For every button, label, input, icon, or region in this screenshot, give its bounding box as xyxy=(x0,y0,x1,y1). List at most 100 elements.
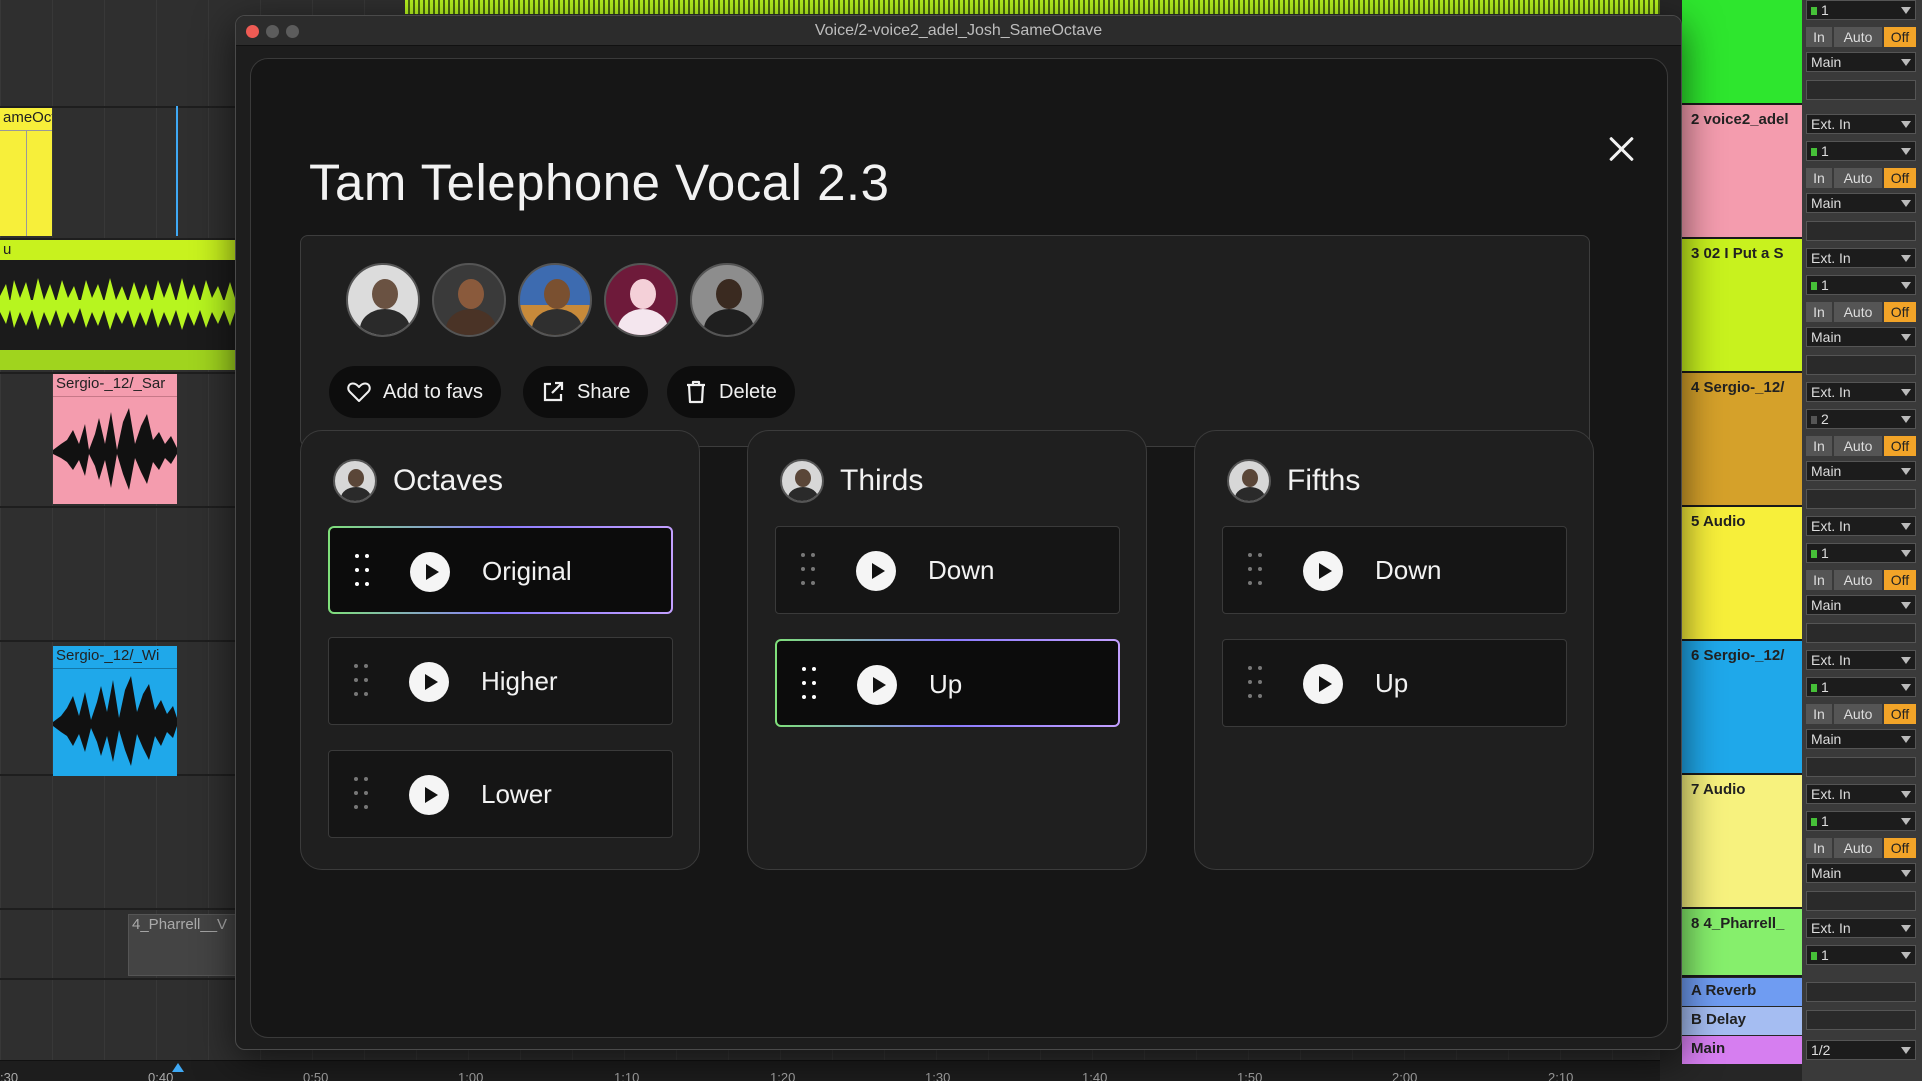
input-type-select[interactable]: Ext. In xyxy=(1806,114,1916,134)
monitor-off-button[interactable]: Off xyxy=(1884,302,1916,322)
input-type-select[interactable]: Ext. In xyxy=(1806,516,1916,536)
play-icon[interactable] xyxy=(410,552,450,592)
add-to-favs-button[interactable]: Add to favs xyxy=(329,366,502,418)
output-select[interactable]: Main xyxy=(1806,52,1916,72)
voice-item-original[interactable]: Original xyxy=(328,526,673,614)
monitor-in-button[interactable]: In xyxy=(1806,838,1832,858)
io-empty-slot xyxy=(1806,1010,1916,1030)
main-track[interactable]: Main xyxy=(1682,1036,1802,1064)
output-value: Main xyxy=(1811,329,1842,345)
play-icon[interactable] xyxy=(856,551,896,591)
audio-clip[interactable]: u xyxy=(0,240,235,370)
play-icon[interactable] xyxy=(857,665,897,705)
input-type-select[interactable]: Ext. In xyxy=(1806,650,1916,670)
avatar xyxy=(333,459,377,503)
play-icon[interactable] xyxy=(1303,551,1343,591)
voice-item-higher[interactable]: Higher xyxy=(328,637,673,725)
voice-item-up[interactable]: Up xyxy=(775,639,1120,727)
audio-clip[interactable]: Sergio-_12/_Wi xyxy=(53,646,177,776)
monitor-auto-button[interactable]: Auto xyxy=(1834,27,1882,47)
group-header: Fifths xyxy=(1227,459,1360,503)
input-channel-select[interactable]: 1 xyxy=(1806,141,1916,161)
monitor-auto-button[interactable]: Auto xyxy=(1834,570,1882,590)
monitor-in-button[interactable]: In xyxy=(1806,570,1832,590)
monitor-off-button[interactable]: Off xyxy=(1884,838,1916,858)
window-titlebar[interactable]: Voice/2-voice2_adel_Josh_SameOctave xyxy=(236,16,1681,46)
monitor-in-button[interactable]: In xyxy=(1806,436,1832,456)
track-header[interactable]: 8 4_Pharrell_ xyxy=(1682,909,1802,977)
play-icon[interactable] xyxy=(1303,664,1343,704)
monitor-in-button[interactable]: In xyxy=(1806,27,1832,47)
audio-clip[interactable]: Sergio-_12/_Sar xyxy=(53,374,177,504)
return-track-delay[interactable]: B Delay xyxy=(1682,1007,1802,1035)
drag-handle-icon[interactable] xyxy=(802,667,818,703)
monitor-buttons: In Auto Off xyxy=(1806,302,1916,322)
monitor-off-button[interactable]: Off xyxy=(1884,570,1916,590)
audio-clip[interactable]: ameOct xyxy=(0,108,52,236)
avatar xyxy=(780,459,824,503)
input-channel-select[interactable]: 1 xyxy=(1806,543,1916,563)
monitor-off-button[interactable]: Off xyxy=(1884,436,1916,456)
share-button[interactable]: Share xyxy=(523,366,649,418)
close-icon[interactable] xyxy=(1603,131,1639,167)
input-type-select[interactable]: Ext. In xyxy=(1806,248,1916,268)
voice-item-down[interactable]: Down xyxy=(775,526,1120,614)
input-channel-select[interactable]: 2 xyxy=(1806,409,1916,429)
delete-button[interactable]: Delete xyxy=(667,366,795,418)
drag-handle-icon[interactable] xyxy=(801,553,817,589)
input-channel-select[interactable]: 1 xyxy=(1806,275,1916,295)
voice-item-lower[interactable]: Lower xyxy=(328,750,673,838)
input-channel-select[interactable]: 1 xyxy=(1806,677,1916,697)
drag-handle-icon[interactable] xyxy=(1248,666,1264,702)
drag-handle-icon[interactable] xyxy=(355,554,371,590)
output-select[interactable]: Main xyxy=(1806,729,1916,749)
monitor-auto-button[interactable]: Auto xyxy=(1834,838,1882,858)
avatar[interactable] xyxy=(346,263,420,337)
output-select[interactable]: Main xyxy=(1806,595,1916,615)
avatar[interactable] xyxy=(432,263,506,337)
avatar[interactable] xyxy=(690,263,764,337)
timeline-ruler[interactable]: :30 0:40 0:50 1:00 1:10 1:20 1:30 1:40 1… xyxy=(0,1060,1660,1081)
monitor-off-button[interactable]: Off xyxy=(1884,704,1916,724)
track-header[interactable]: 6 Sergio-_12/ xyxy=(1682,641,1802,775)
audio-clip[interactable]: 4_Pharrell__V xyxy=(128,914,238,976)
monitor-off-button[interactable]: Off xyxy=(1884,27,1916,47)
play-icon[interactable] xyxy=(409,775,449,815)
voice-item-down[interactable]: Down xyxy=(1222,526,1567,614)
track-header[interactable]: 2 voice2_adel xyxy=(1682,105,1802,239)
track-header[interactable]: 7 Audio xyxy=(1682,775,1802,909)
master-output-select[interactable]: 1/2 xyxy=(1806,1040,1916,1060)
monitor-auto-button[interactable]: Auto xyxy=(1834,704,1882,724)
output-select[interactable]: Main xyxy=(1806,863,1916,883)
input-channel-select[interactable]: 1 xyxy=(1806,945,1916,965)
drag-handle-icon[interactable] xyxy=(354,777,370,813)
monitor-auto-button[interactable]: Auto xyxy=(1834,302,1882,322)
track-header[interactable] xyxy=(1682,0,1802,105)
track-header[interactable]: 4 Sergio-_12/ xyxy=(1682,373,1802,507)
avatar[interactable] xyxy=(518,263,592,337)
drag-handle-icon[interactable] xyxy=(354,664,370,700)
track-header[interactable]: 5 Audio xyxy=(1682,507,1802,641)
voice-item-up[interactable]: Up xyxy=(1222,639,1567,727)
monitor-in-button[interactable]: In xyxy=(1806,168,1832,188)
track-header[interactable]: 3 02 I Put a S xyxy=(1682,239,1802,373)
input-type-select[interactable]: Ext. In xyxy=(1806,382,1916,402)
drag-handle-icon[interactable] xyxy=(1248,553,1264,589)
playhead-marker-icon[interactable] xyxy=(172,1063,184,1072)
monitor-auto-button[interactable]: Auto xyxy=(1834,436,1882,456)
play-icon[interactable] xyxy=(409,662,449,702)
output-select[interactable]: Main xyxy=(1806,193,1916,213)
monitor-in-button[interactable]: In xyxy=(1806,302,1832,322)
monitor-auto-button[interactable]: Auto xyxy=(1834,168,1882,188)
avatar[interactable] xyxy=(604,263,678,337)
input-channel-select[interactable]: 1 xyxy=(1806,811,1916,831)
return-track-reverb[interactable]: A Reverb xyxy=(1682,978,1802,1006)
output-select[interactable]: Main xyxy=(1806,327,1916,347)
input-type-select[interactable]: Ext. In xyxy=(1806,918,1916,938)
output-select[interactable]: Main xyxy=(1806,461,1916,481)
monitor-off-button[interactable]: Off xyxy=(1884,168,1916,188)
input-channel-select[interactable]: 1 xyxy=(1806,0,1916,20)
monitor-in-button[interactable]: In xyxy=(1806,704,1832,724)
track-name: A Reverb xyxy=(1691,982,1757,999)
input-type-select[interactable]: Ext. In xyxy=(1806,784,1916,804)
